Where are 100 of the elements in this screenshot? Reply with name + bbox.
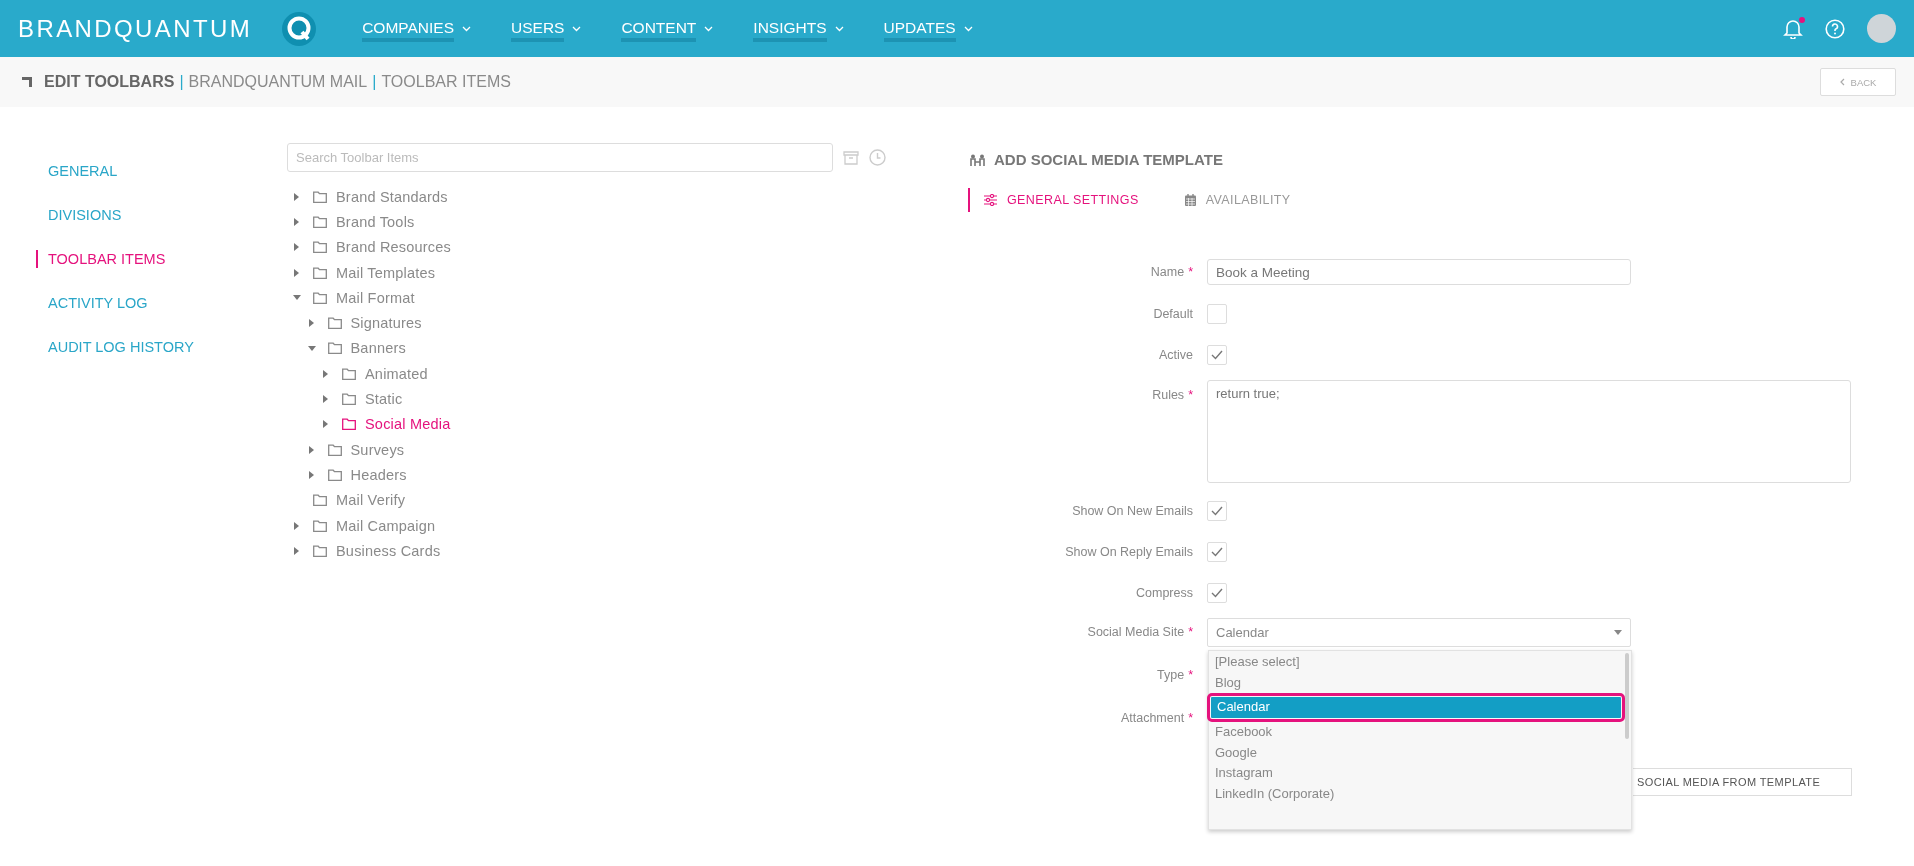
tree-item[interactable]: Signatures bbox=[287, 310, 968, 336]
folder-icon bbox=[327, 468, 342, 481]
required-asterisk: * bbox=[1188, 388, 1193, 402]
caret-right-icon[interactable] bbox=[294, 268, 299, 277]
dropdown-option[interactable]: Facebook bbox=[1209, 722, 1627, 743]
dropdown-option[interactable]: Blog bbox=[1209, 672, 1627, 693]
caret-right-icon[interactable] bbox=[294, 217, 299, 226]
breadcrumb-item: TOOLBAR ITEMS bbox=[381, 73, 511, 91]
back-button[interactable]: BACK bbox=[1820, 68, 1896, 96]
folder-icon bbox=[313, 494, 327, 507]
tree-item[interactable]: Mail Templates bbox=[287, 259, 968, 286]
required-asterisk: * bbox=[1188, 711, 1193, 725]
side-nav-link[interactable]: TOOLBAR ITEMS bbox=[36, 250, 166, 268]
field-label: Show On New Emails bbox=[1072, 504, 1193, 518]
field-label: Name bbox=[1150, 265, 1185, 279]
caret-right-icon[interactable] bbox=[323, 420, 328, 429]
notification-bell-icon[interactable] bbox=[1783, 18, 1803, 39]
folder-icon bbox=[327, 443, 342, 456]
template-button[interactable]: SOCIAL MEDIA FROM TEMPLATE bbox=[1633, 768, 1852, 796]
side-nav-link[interactable]: GENERAL bbox=[36, 162, 118, 180]
nav-menu-item[interactable]: USERS bbox=[511, 15, 582, 42]
sliders-icon bbox=[984, 194, 997, 206]
nav-menu-item[interactable]: UPDATES bbox=[883, 15, 973, 42]
caret-right-icon[interactable] bbox=[308, 445, 314, 454]
caret-down-icon[interactable] bbox=[293, 295, 301, 301]
nav-menu-item[interactable]: INSIGHTS bbox=[753, 15, 844, 42]
nav-menu-item[interactable]: CONTENT bbox=[621, 15, 714, 42]
caret-icon bbox=[834, 25, 844, 32]
tree-item[interactable]: Mail Campaign bbox=[287, 512, 968, 539]
dropdown-arrow-icon bbox=[1614, 630, 1622, 635]
caret-right-icon[interactable] bbox=[323, 369, 328, 378]
tab[interactable]: AVAILABILITY bbox=[1168, 188, 1291, 212]
folder-icon bbox=[342, 367, 356, 380]
calendar-icon bbox=[1184, 194, 1196, 206]
caret-icon bbox=[963, 25, 973, 32]
brand-logo-text: BRANDQUANTUM bbox=[18, 14, 253, 43]
field-label: Social Media Site bbox=[1087, 625, 1185, 639]
checkbox[interactable] bbox=[1207, 542, 1227, 562]
folder-icon bbox=[342, 393, 356, 405]
checkmark-icon bbox=[1211, 547, 1223, 557]
tree-item[interactable]: Mail Format bbox=[287, 285, 968, 311]
logo-icon bbox=[282, 11, 317, 46]
checkbox[interactable] bbox=[1207, 583, 1227, 603]
folder-icon bbox=[313, 544, 327, 557]
tree-item[interactable]: Social Media bbox=[287, 411, 968, 437]
field-label: Attachment bbox=[1120, 711, 1185, 725]
caret-right-icon[interactable] bbox=[294, 521, 299, 530]
tree-item[interactable]: Surveys bbox=[287, 436, 968, 463]
side-nav-link[interactable]: ACTIVITY LOG bbox=[36, 294, 148, 312]
tree-item[interactable]: Mail Verify bbox=[287, 487, 968, 513]
side-nav-link[interactable]: DIVISIONS bbox=[36, 206, 122, 224]
tree-item[interactable]: Business Cards bbox=[287, 538, 968, 564]
rules-text-area[interactable]: return true; bbox=[1207, 380, 1851, 483]
search-field[interactable]: Search Toolbar Items bbox=[287, 143, 833, 172]
tree-item[interactable]: Static bbox=[287, 386, 968, 412]
checkbox[interactable] bbox=[1207, 304, 1227, 324]
folder-icon bbox=[313, 291, 327, 304]
tab[interactable]: GENERAL SETTINGS bbox=[968, 188, 1139, 212]
caret-right-icon[interactable] bbox=[294, 192, 299, 201]
caret-down-icon[interactable] bbox=[307, 345, 316, 351]
help-icon[interactable] bbox=[1825, 18, 1845, 39]
caret-right-icon[interactable] bbox=[323, 395, 328, 403]
name-input-field[interactable]: Book a Meeting bbox=[1207, 259, 1631, 285]
nav-menu-item[interactable]: COMPANIES bbox=[362, 15, 471, 42]
caret-icon bbox=[572, 25, 582, 32]
field-label: Show On Reply Emails bbox=[1065, 545, 1193, 559]
folder-icon bbox=[313, 190, 327, 203]
dropdown-option[interactable]: Google bbox=[1209, 742, 1627, 763]
tree-item[interactable]: Banners bbox=[287, 335, 968, 362]
tree-item[interactable]: Brand Tools bbox=[287, 209, 968, 235]
caret-icon bbox=[704, 25, 714, 32]
caret-right-icon[interactable] bbox=[294, 243, 299, 252]
panel-title: ADD SOCIAL MEDIA TEMPLATE bbox=[994, 151, 1223, 168]
folder-icon bbox=[313, 519, 327, 532]
checkbox[interactable] bbox=[1207, 501, 1227, 521]
caret-right-icon[interactable] bbox=[294, 546, 299, 555]
chevron-left-icon bbox=[1839, 78, 1845, 86]
breadcrumb-item[interactable]: BRANDQUANTUM MAIL bbox=[188, 73, 368, 91]
checkbox[interactable] bbox=[1207, 345, 1227, 365]
checkmark-icon bbox=[1211, 350, 1223, 360]
side-nav-link[interactable]: AUDIT LOG HISTORY bbox=[36, 338, 194, 356]
breadcrumb-separator: | bbox=[179, 73, 184, 91]
caret-icon bbox=[462, 25, 471, 32]
tree-item[interactable]: Animated bbox=[287, 361, 968, 387]
dropdown-option[interactable]: LinkedIn (Corporate) bbox=[1209, 783, 1627, 804]
required-asterisk: * bbox=[1188, 265, 1193, 279]
breadcrumb-separator: | bbox=[372, 73, 377, 91]
scrollbar-thumb[interactable] bbox=[1625, 653, 1629, 739]
dropdown-option[interactable]: Instagram bbox=[1209, 763, 1627, 784]
dropdown-option[interactable]: [Please select] bbox=[1209, 652, 1627, 673]
caret-right-icon[interactable] bbox=[308, 319, 314, 328]
folder-icon bbox=[313, 241, 327, 254]
caret-right-icon[interactable] bbox=[308, 470, 314, 479]
field-label: Type bbox=[1157, 668, 1185, 682]
tree-item[interactable]: Brand Resources bbox=[287, 234, 968, 260]
people-icon bbox=[970, 153, 985, 166]
tree-item[interactable]: Brand Standards bbox=[287, 184, 968, 210]
checkmark-icon bbox=[1211, 506, 1223, 516]
tree-item[interactable]: Headers bbox=[287, 462, 968, 488]
required-asterisk: * bbox=[1188, 625, 1193, 639]
